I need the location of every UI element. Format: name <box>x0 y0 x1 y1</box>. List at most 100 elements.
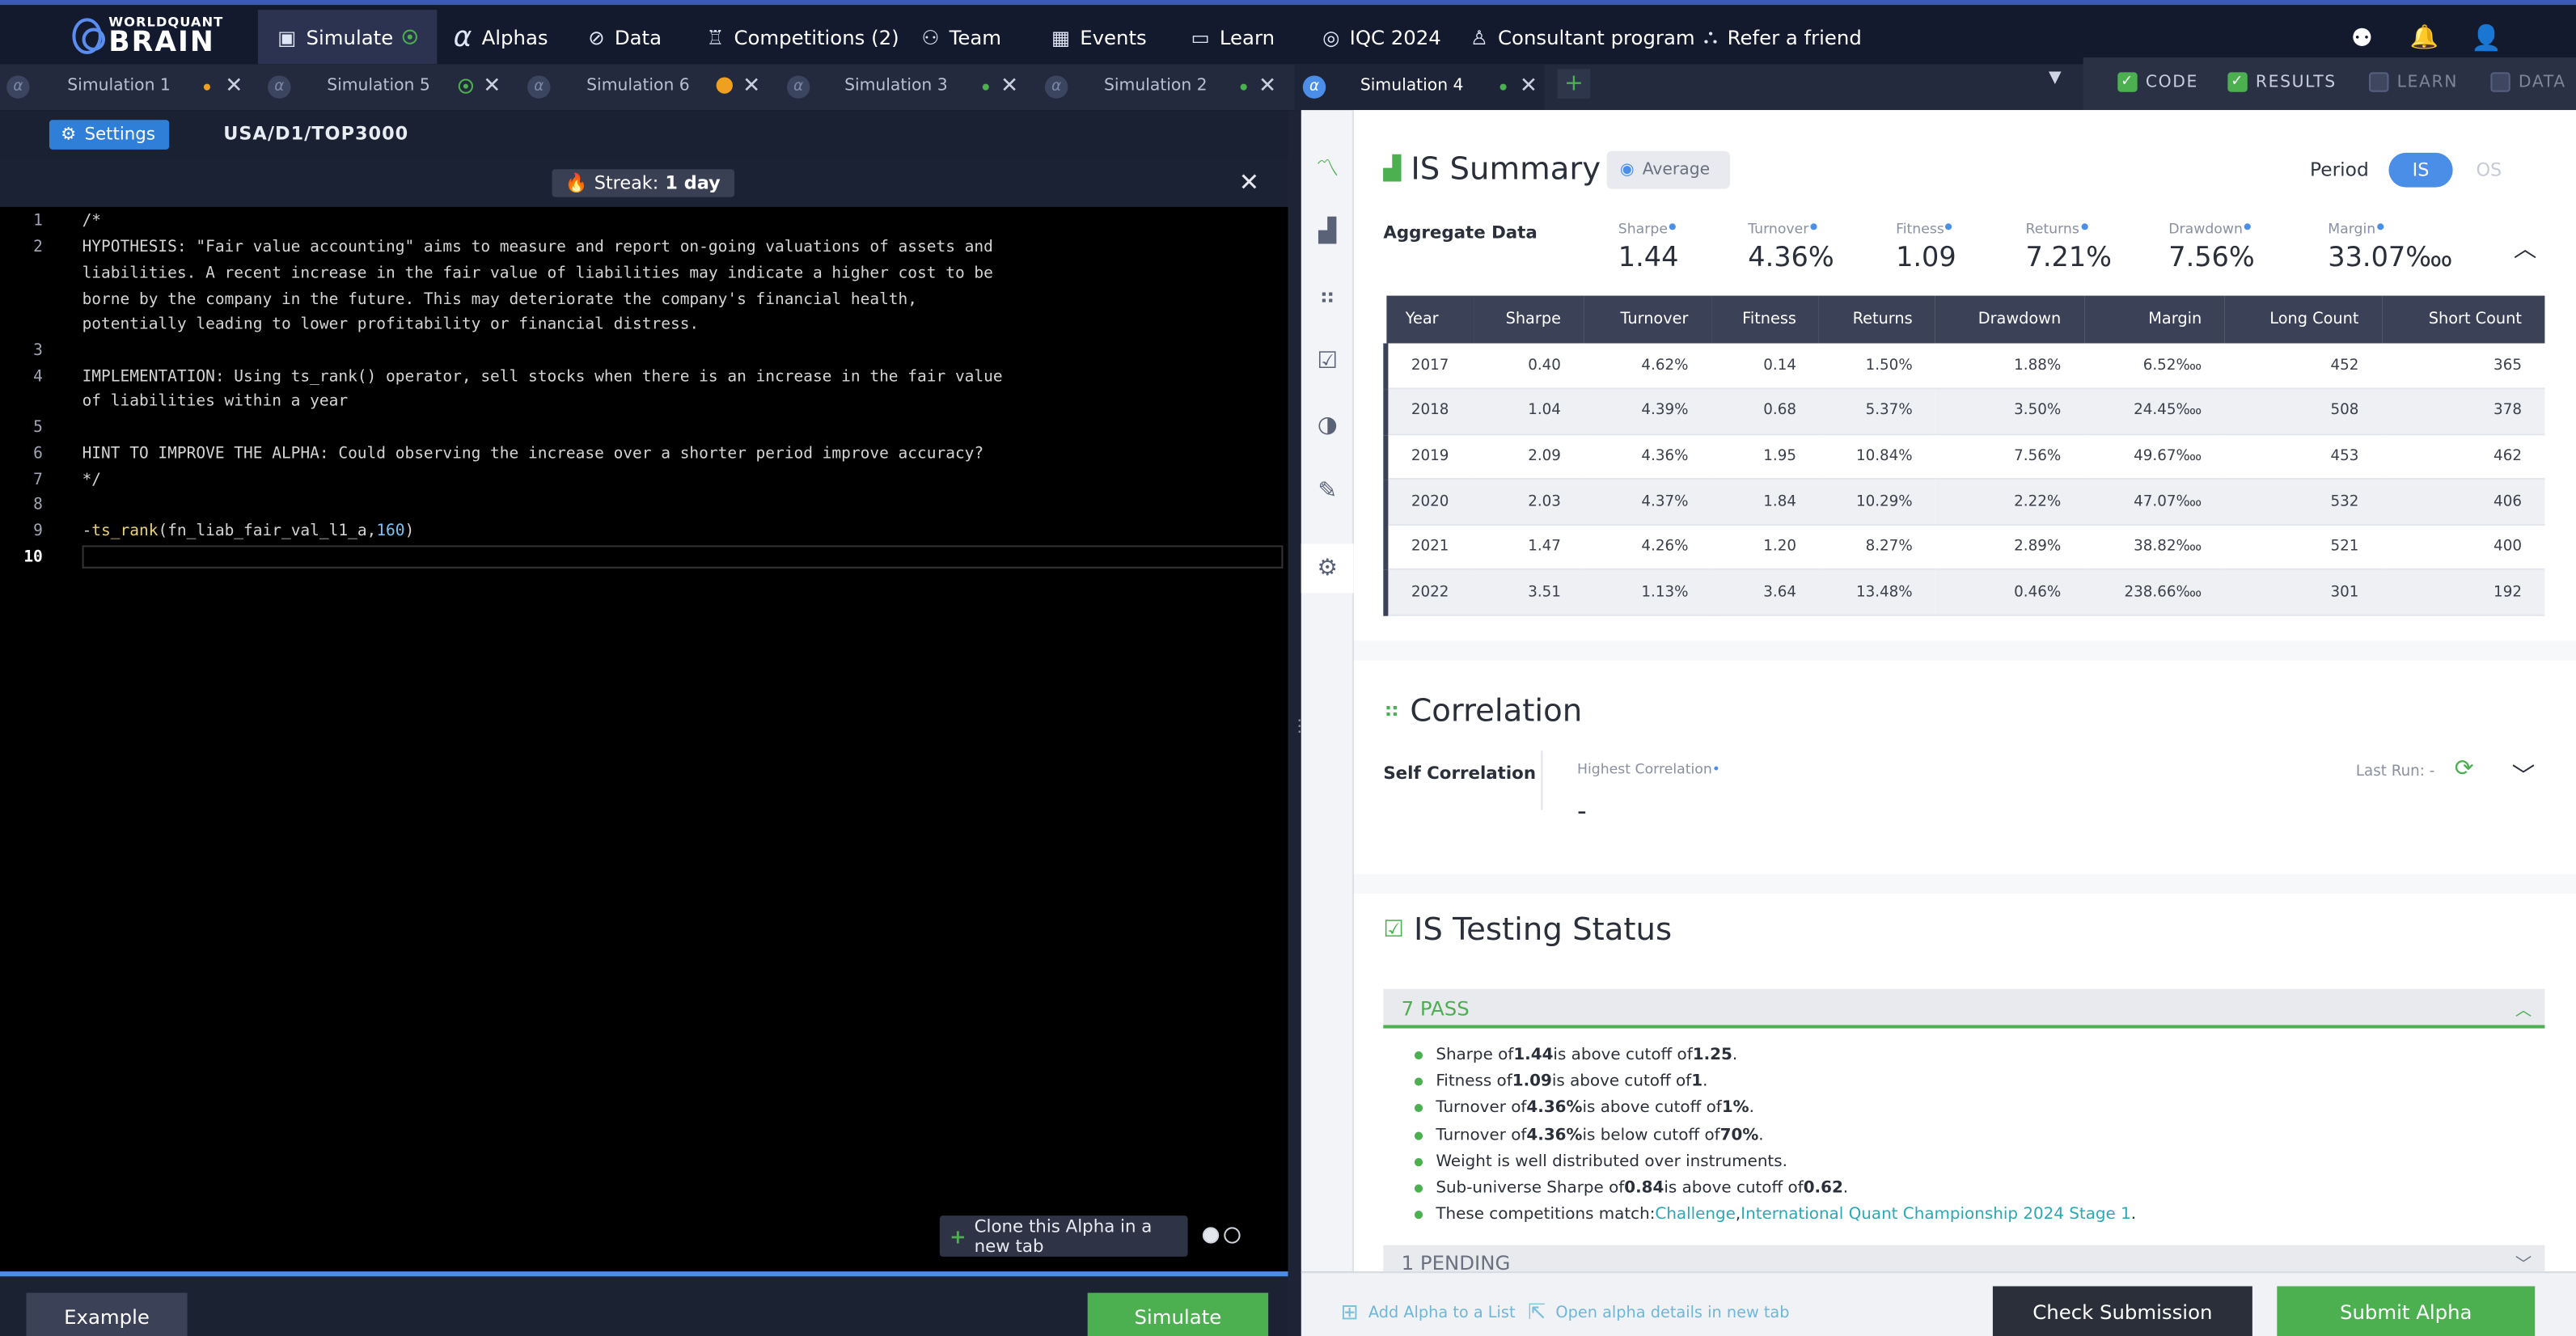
line-number: 7 <box>33 471 43 490</box>
table-cell: 1.47 <box>1474 524 1584 571</box>
nav-team[interactable]: ⚇ Team <box>922 10 1001 64</box>
nav-alphas[interactable]: α Alphas <box>454 10 548 64</box>
code-editor[interactable]: 1 2 3 4 5 6 7 8 9 10 /* HYPOTHESIS: "Fai… <box>0 206 1288 1272</box>
tab-label: Simulation 4 <box>1360 77 1464 95</box>
check-text-a: Weight is well distributed over instrume… <box>1436 1152 1787 1172</box>
table-cell: 2019 <box>1383 433 1474 480</box>
settings-button[interactable]: ⚙ Settings <box>49 120 170 150</box>
info-dot-icon[interactable] <box>1945 223 1953 230</box>
info-dot-icon[interactable]: • <box>1712 763 1720 779</box>
close-icon[interactable]: ✕ <box>1258 74 1276 98</box>
pending-section-header[interactable]: 1 PENDING ﹀ <box>1383 1245 2545 1272</box>
nav-simulate-label: Simulate <box>306 25 394 49</box>
competition-link[interactable]: Challenge <box>1655 1206 1735 1224</box>
scatter-icon[interactable]: ⠶ <box>1301 273 1354 322</box>
submit-alpha-button[interactable]: Submit Alpha <box>2277 1286 2536 1336</box>
example-button[interactable]: Example <box>26 1292 188 1336</box>
refresh-icon[interactable]: ⟳ <box>2455 755 2474 782</box>
open-details-link[interactable]: ⇱ Open alpha details in new tab <box>1528 1301 1789 1325</box>
info-dot-icon[interactable] <box>2377 223 2384 230</box>
universe-label[interactable]: USA/D1/TOP3000 <box>223 123 408 144</box>
alpha-icon: α <box>453 20 472 54</box>
radio-dot-active[interactable] <box>1202 1227 1220 1244</box>
close-icon[interactable]: ✕ <box>225 74 243 98</box>
close-icon[interactable]: ✕ <box>742 74 760 98</box>
period-os-button[interactable]: OS <box>2458 153 2520 188</box>
check-item: Weight is well distributed over instrume… <box>1414 1152 1787 1172</box>
nav-refer[interactable]: ⛬ Refer a friend <box>1703 10 1861 64</box>
tab-simulation-3[interactable]: α Simulation 3 ✕ <box>779 64 1038 110</box>
info-dot-icon[interactable] <box>2080 223 2087 230</box>
aggregate-data-title: Aggregate Data <box>1383 223 1538 243</box>
nav-consultant-label: Consultant program <box>1498 25 1695 49</box>
alpha-tab-icon: α <box>786 75 810 99</box>
chevron-up-icon[interactable]: ︿ <box>2514 231 2536 264</box>
add-to-list-link[interactable]: ⊞ Add Alpha to a List <box>1341 1301 1516 1325</box>
nav-iqc[interactable]: ◎ IQC 2024 <box>1322 10 1441 64</box>
pass-bullet-icon <box>1414 1131 1423 1140</box>
metric-turnover: Turnover 4.36% <box>1748 222 1834 273</box>
add-tab-button[interactable]: + <box>1557 69 1591 99</box>
nav-data-label: Data <box>614 25 662 49</box>
toggle-data[interactable]: DATA <box>2490 72 2565 92</box>
toggle-icon[interactable]: ◑ <box>1301 401 1354 450</box>
tab-simulation-6[interactable]: α Simulation 6 ✕ <box>519 64 779 110</box>
nav-learn[interactable]: ▭ Learn <box>1191 10 1275 64</box>
close-icon[interactable]: ✕ <box>483 74 501 98</box>
code-line: /* <box>82 212 102 230</box>
user-admin-icon[interactable]: ⚉ <box>2351 10 2373 64</box>
code-line: HINT TO IMPROVE THE ALPHA: Could observi… <box>82 445 984 463</box>
toggle-results[interactable]: ✓ RESULTS <box>2227 72 2336 92</box>
competition-link[interactable]: International Quant Championship 2024 St… <box>1741 1206 2131 1224</box>
check-submission-button[interactable]: Check Submission <box>1992 1286 2252 1336</box>
tab-simulation-2[interactable]: α Simulation 2 ✕ <box>1038 64 1288 110</box>
average-pill[interactable]: ◉ Average <box>1606 150 1730 189</box>
close-icon[interactable]: ✕ <box>1000 74 1018 98</box>
chevron-down-icon[interactable]: ▼ <box>2049 69 2062 87</box>
person-tie-icon: ♙ <box>1470 25 1488 49</box>
gear-icon[interactable]: ⚙ <box>1301 543 1354 594</box>
self-correlation-label: Self Correlation <box>1383 763 1537 784</box>
info-dot-icon[interactable] <box>1810 223 1817 230</box>
info-dot-icon[interactable] <box>2244 223 2252 230</box>
simulate-button[interactable]: Simulate <box>1087 1292 1269 1336</box>
table-row: 2018 1.04 4.39% 0.68 5.37% 3.50% 24.45‱ 508 378 <box>1383 388 2545 435</box>
check-text-b: 1.09 <box>1512 1072 1552 1091</box>
profile-icon[interactable]: 👤 <box>2471 10 2502 64</box>
tab-simulation-4[interactable]: α Simulation 4 ✕ <box>1294 64 1545 111</box>
nav-data[interactable]: ⊘ Data <box>588 10 662 64</box>
table-cell: 47.07‱ <box>2083 479 2225 526</box>
clipboard-icon[interactable]: ☑ <box>1301 336 1354 386</box>
info-dot-icon[interactable] <box>1669 223 1677 230</box>
bell-icon[interactable]: 🔔 <box>2410 10 2439 64</box>
close-icon[interactable]: ✕ <box>1520 74 1538 98</box>
alpha-tab-icon: α <box>527 75 551 99</box>
toggle-code[interactable]: ✓ CODE <box>2117 72 2198 92</box>
bar-chart-icon[interactable]: ▟ <box>1301 207 1354 256</box>
table-cell: 406 <box>2381 479 2545 526</box>
table-cell: 10.84% <box>1819 433 1936 480</box>
column-header: Turnover <box>1584 295 1711 344</box>
nav-simulate[interactable]: ▣ Simulate <box>257 10 438 65</box>
check-item: Turnover of 4.36% is above cutoff of 1%. <box>1414 1099 1754 1117</box>
nav-competitions[interactable]: ♖ Competitions (2) <box>706 10 899 64</box>
panel-resize-handle[interactable]: ⋮ <box>1288 110 1308 1336</box>
close-icon[interactable]: ✕ <box>1239 167 1260 197</box>
pass-section-header[interactable]: 7 PASS ︿ <box>1383 988 2545 1029</box>
brain-logo[interactable]: WORLDQUANT BRAIN <box>72 13 223 59</box>
chevron-down-icon[interactable]: ﹀ <box>2512 759 2535 792</box>
nav-consultant[interactable]: ♙ Consultant program <box>1470 10 1695 64</box>
edit-icon[interactable]: ✎ <box>1301 467 1354 516</box>
tab-simulation-1[interactable]: α Simulation 1 ✕ <box>0 64 260 110</box>
expr-prefix: - <box>82 522 92 541</box>
chart-line-icon[interactable]: 〽 <box>1301 143 1354 192</box>
code-line: potentially leading to lower profitabili… <box>82 315 700 334</box>
is-summary-title-text: IS Summary <box>1411 150 1601 188</box>
checkbox-empty-icon <box>2490 72 2510 92</box>
clone-alpha-button[interactable]: + Clone this Alpha in a new tab <box>939 1216 1188 1257</box>
radio-dot[interactable] <box>1224 1227 1241 1244</box>
toggle-learn[interactable]: LEARN <box>2369 72 2458 92</box>
period-is-button[interactable]: IS <box>2388 152 2453 188</box>
nav-events[interactable]: ▦ Events <box>1051 10 1147 64</box>
tab-simulation-5[interactable]: α Simulation 5 ✕ <box>260 64 519 110</box>
